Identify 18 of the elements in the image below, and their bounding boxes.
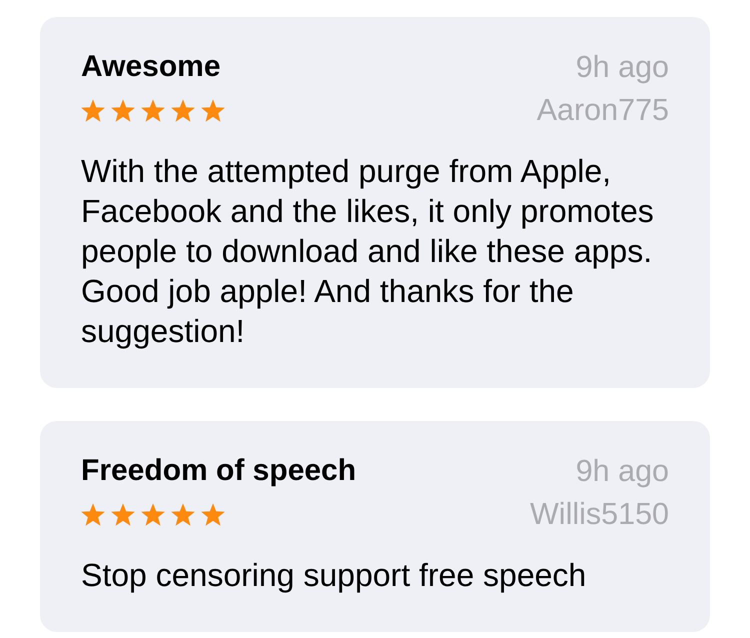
star-icon [111, 502, 135, 526]
review-author: Aaron775 [536, 93, 669, 127]
review-time: 9h ago [574, 454, 669, 488]
star-icon [171, 98, 195, 122]
review-text: Stop censoring support free speech [81, 556, 588, 595]
review-title: Freedom of speech [81, 454, 358, 488]
star-icon [81, 502, 105, 526]
review-author: Willis5150 [530, 497, 669, 531]
review-time: 9h ago [574, 50, 669, 84]
star-icon [171, 502, 195, 526]
review-title: Awesome [81, 50, 222, 84]
star-icon [201, 502, 225, 526]
review-text: With the attempted purge from Apple, Facebook and the likes, it only promotes people to download and like these apps. Good job apple! And thanks for the suggestion! [81, 152, 655, 351]
star-icon [141, 502, 165, 526]
star-icon [81, 98, 105, 122]
star-icon [201, 98, 225, 122]
star-icon [141, 98, 165, 122]
star-icon [111, 98, 135, 122]
